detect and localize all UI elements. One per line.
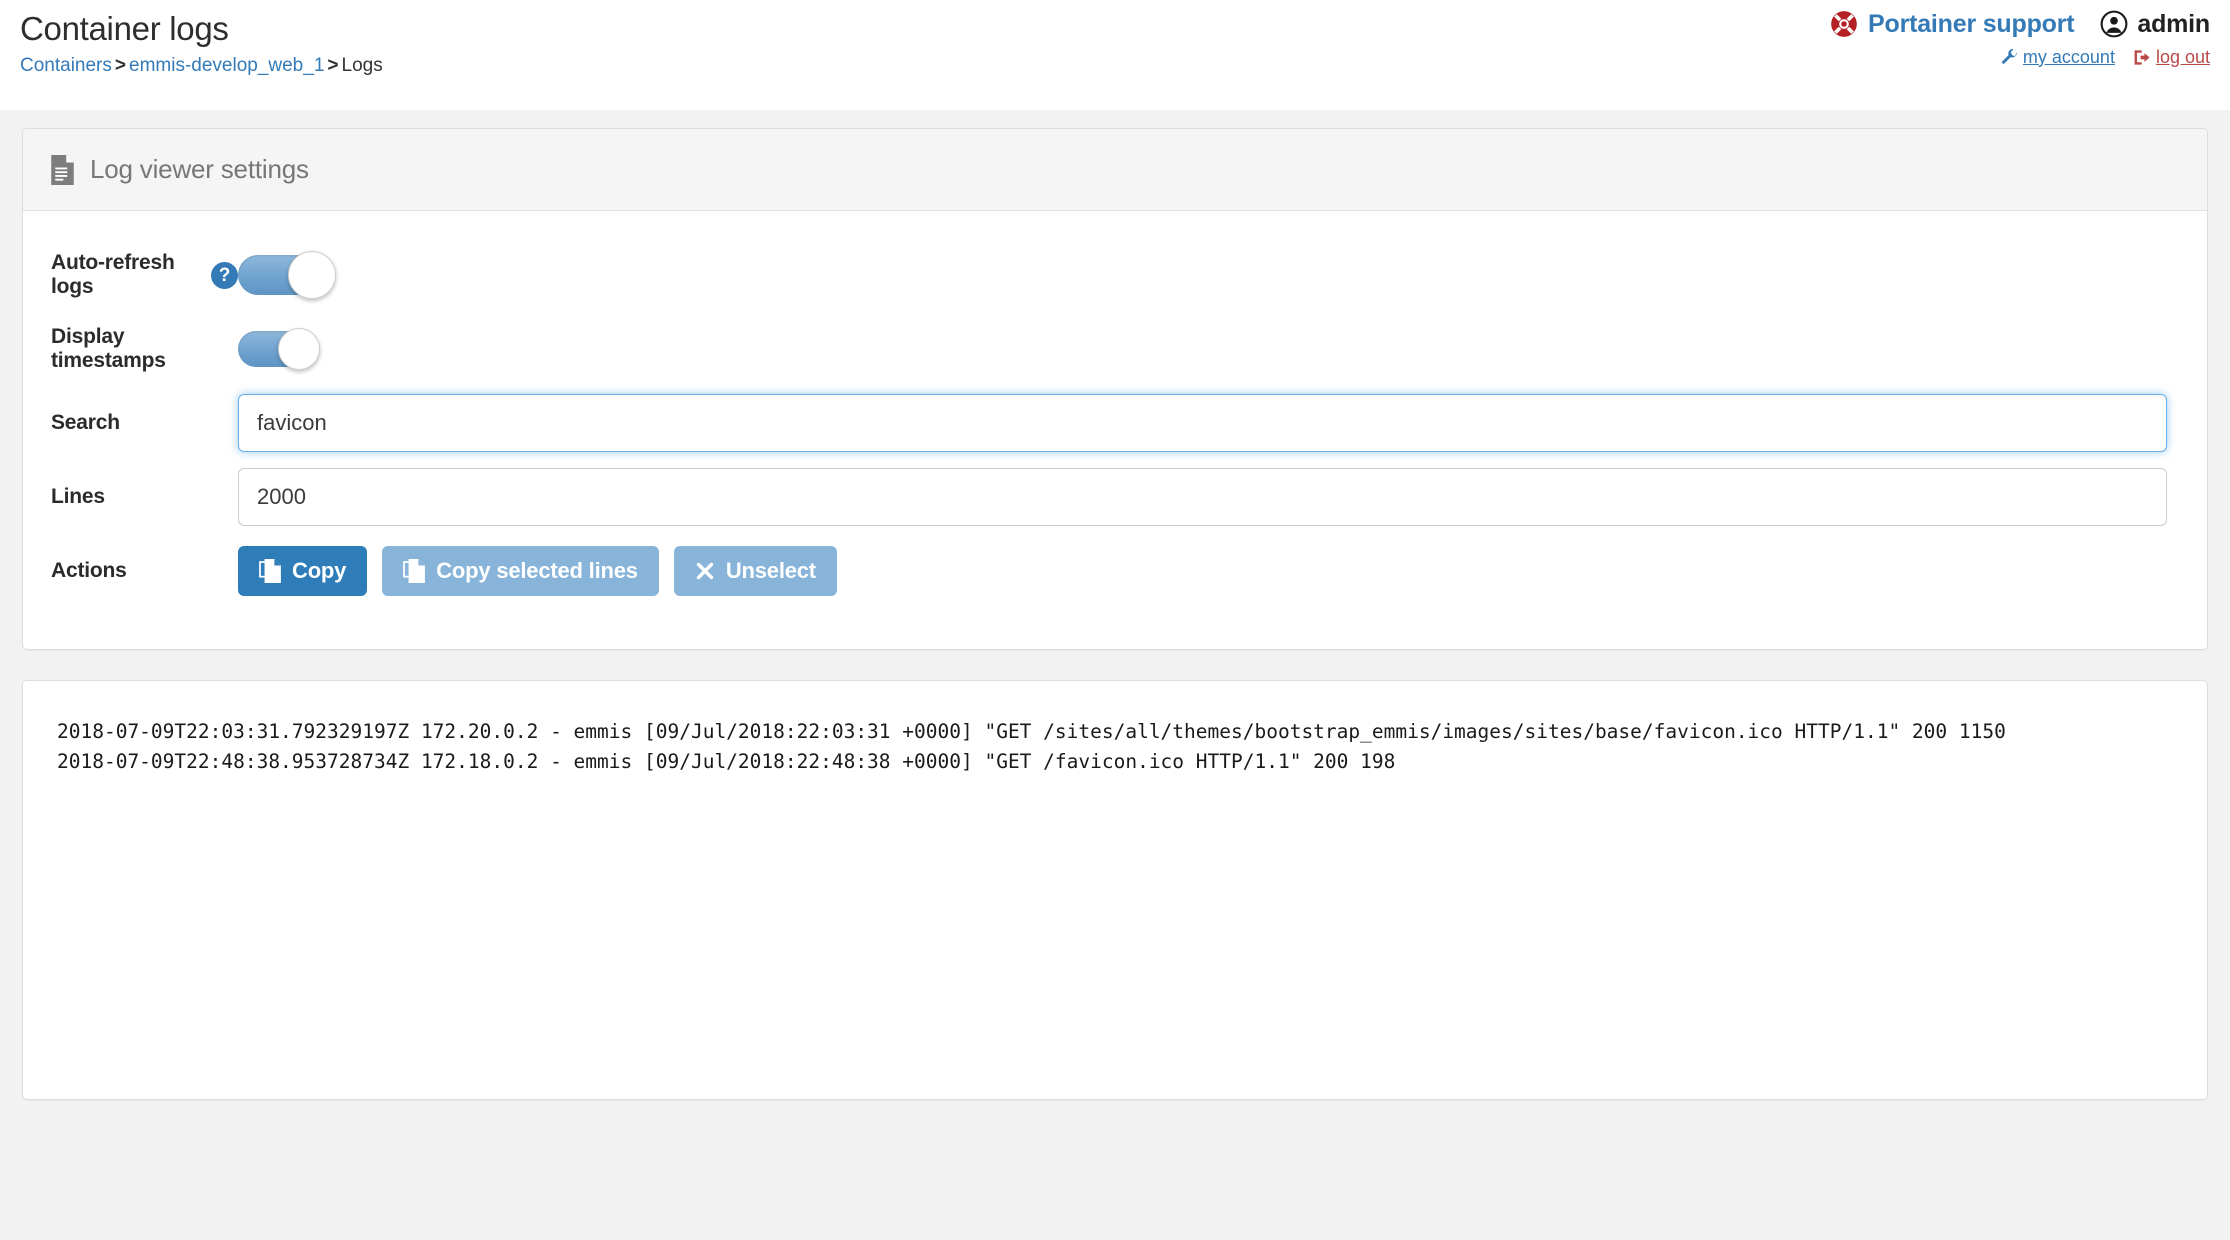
form-row-lines: Lines	[51, 463, 2179, 531]
log-output-panel[interactable]: 2018-07-09T22:03:31.792329197Z 172.20.0.…	[22, 680, 2208, 1100]
avatar-user-icon	[2100, 10, 2128, 38]
my-account-label: my account	[2022, 46, 2115, 67]
toggle-knob	[288, 251, 336, 299]
log-line[interactable]: 2018-07-09T22:48:38.953728734Z 172.18.0.…	[57, 747, 2173, 777]
copy-icon	[403, 559, 426, 583]
search-input-wrap	[238, 394, 2179, 452]
log-line[interactable]: 2018-07-09T22:03:31.792329197Z 172.20.0.…	[57, 717, 2173, 747]
close-icon	[695, 561, 715, 581]
logout-label: log out	[2155, 46, 2210, 67]
lines-input[interactable]	[238, 468, 2167, 526]
toggle-knob	[278, 328, 320, 370]
unselect-button[interactable]: Unselect	[673, 546, 837, 596]
display-timestamps-control	[238, 328, 2179, 370]
lines-label: Lines	[51, 485, 105, 508]
log-viewer-settings-panel: Log viewer settings Auto-refresh logs ?	[22, 128, 2208, 650]
portainer-support-label: Portainer support	[1868, 9, 2075, 38]
my-account-link[interactable]: my account	[2000, 47, 2115, 68]
header-top-row: Portainer support admin	[1830, 6, 2210, 42]
copy-selected-lines-button-label: Copy selected lines	[436, 558, 638, 583]
portainer-support-link[interactable]: Portainer support	[1830, 9, 2075, 39]
panel-body: Auto-refresh logs ? Display timestamps S…	[23, 211, 2207, 649]
copy-icon	[259, 559, 281, 583]
unselect-button-label: Unselect	[725, 558, 816, 583]
log-output-text[interactable]: 2018-07-09T22:03:31.792329197Z 172.20.0.…	[57, 717, 2173, 777]
auto-refresh-toggle[interactable]	[238, 251, 336, 299]
breadcrumb-separator: >	[114, 55, 126, 76]
form-row-search: Search	[51, 389, 2179, 457]
breadcrumb-separator: >	[327, 55, 339, 76]
user-block: admin	[2100, 10, 2210, 39]
actions-control: Copy Copy selected lines Unselect	[238, 546, 2179, 596]
file-text-icon	[49, 154, 76, 185]
breadcrumb: Containers > emmis-develop_web_1 > Logs	[20, 54, 383, 78]
header-left: Container logs Containers > emmis-develop_…	[20, 8, 383, 78]
header-right: Portainer support admin my account log o…	[1830, 6, 2210, 70]
sign-out-icon	[2133, 48, 2152, 67]
breadcrumb-item-container[interactable]: emmis-develop_web_1	[129, 55, 324, 76]
auto-refresh-label-group: Auto-refresh logs ?	[51, 251, 238, 299]
header-bottom-row: my account log out	[1830, 44, 2210, 70]
page-title: Container logs	[20, 10, 229, 47]
auto-refresh-label: Auto-refresh logs	[51, 251, 175, 298]
search-input[interactable]	[238, 394, 2167, 452]
wrench-icon	[2000, 48, 2019, 67]
breadcrumb-item-containers[interactable]: Containers	[20, 55, 112, 76]
question-circle-icon[interactable]: ?	[211, 261, 238, 289]
form-row-actions: Actions Copy Copy selected lines Unselec…	[51, 537, 2179, 605]
lines-input-wrap	[238, 468, 2179, 526]
page-header: Container logs Containers > emmis-develop_…	[0, 0, 2230, 110]
search-label: Search	[51, 411, 120, 434]
username-label: admin	[2137, 9, 2210, 38]
copy-selected-lines-button[interactable]: Copy selected lines	[382, 546, 659, 596]
breadcrumb-item-logs: Logs	[341, 55, 383, 76]
auto-refresh-control	[238, 251, 2179, 299]
form-row-display-timestamps: Display timestamps	[51, 315, 2179, 383]
display-timestamps-label-group: Display timestamps	[51, 325, 238, 373]
logout-link[interactable]: log out	[2133, 47, 2210, 68]
panel-heading: Log viewer settings	[23, 129, 2207, 211]
actions-label: Actions	[51, 559, 127, 582]
lifering-icon	[1830, 10, 1858, 38]
copy-button-label: Copy	[292, 558, 347, 583]
copy-button[interactable]: Copy	[238, 546, 368, 596]
display-timestamps-toggle[interactable]	[238, 328, 320, 370]
search-control	[238, 394, 2179, 452]
lines-control	[238, 468, 2179, 526]
panel-title: Log viewer settings	[90, 154, 309, 184]
display-timestamps-label: Display timestamps	[51, 325, 166, 372]
form-row-auto-refresh: Auto-refresh logs ?	[51, 241, 2179, 309]
page-body: Log viewer settings Auto-refresh logs ?	[0, 110, 2230, 1240]
